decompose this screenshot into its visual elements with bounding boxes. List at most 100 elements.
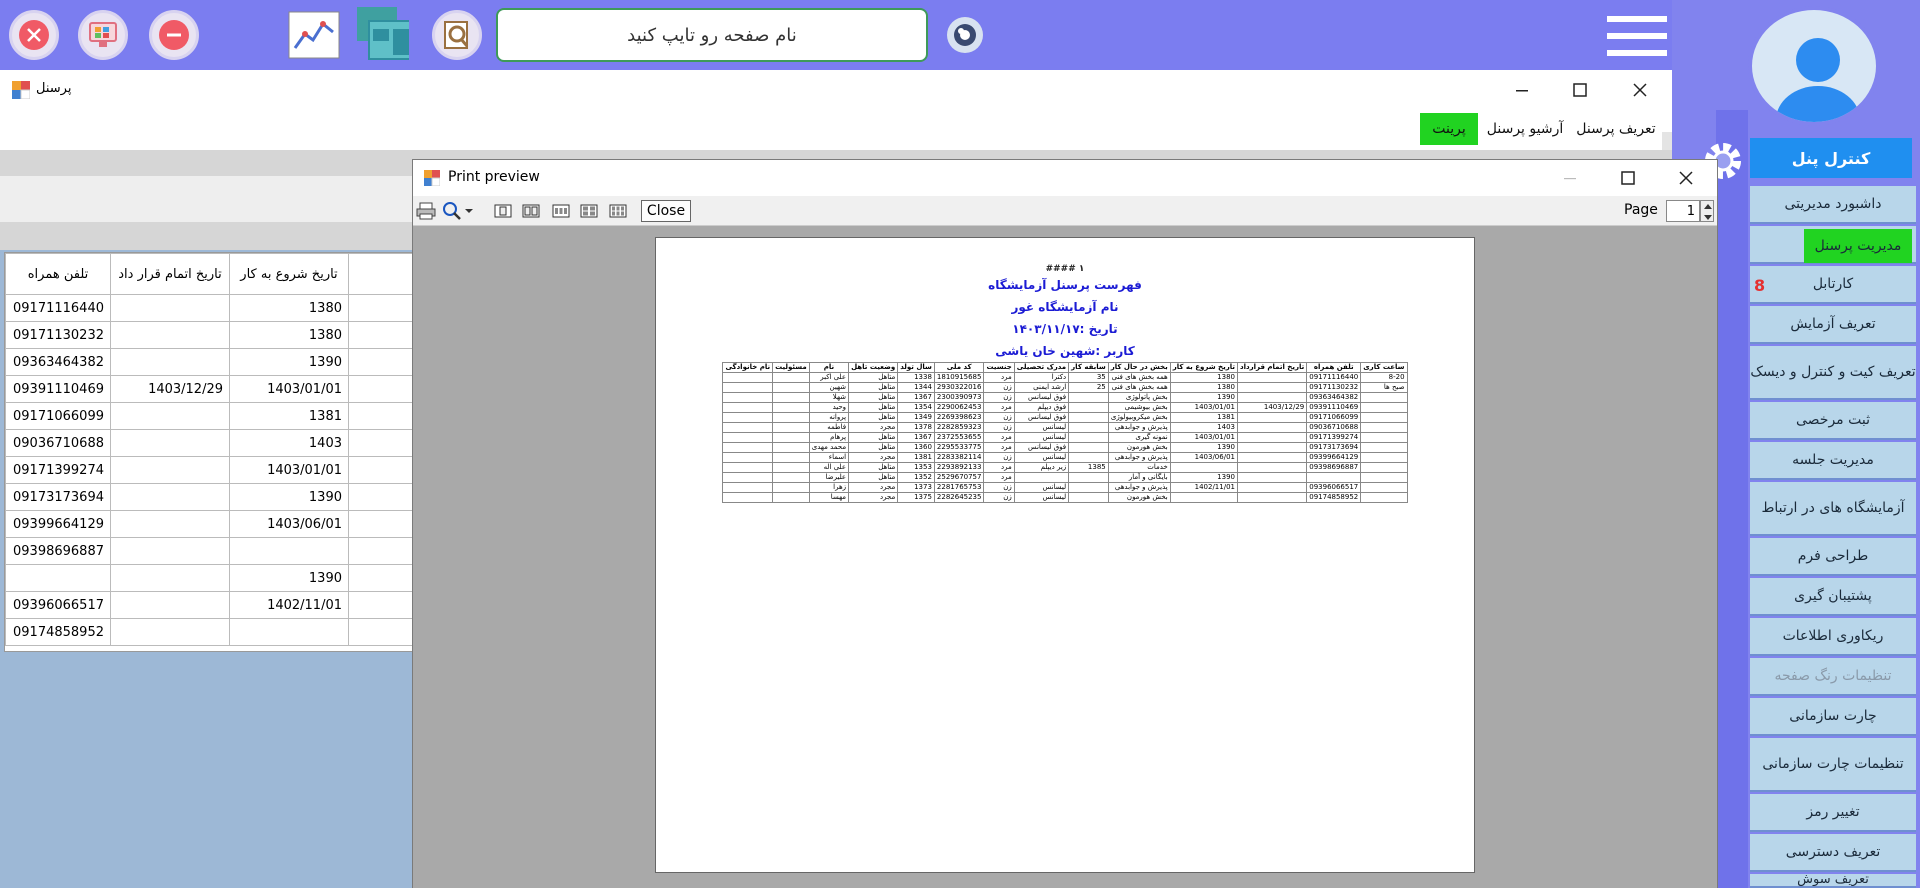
table-cell[interactable]: 09171399274 [5, 456, 111, 484]
nav-meeting[interactable]: مدیریت جلسه [1750, 442, 1916, 480]
page-stepper[interactable] [1700, 200, 1714, 222]
table-cell[interactable]: 09171116440 [5, 294, 111, 322]
col-mobile[interactable]: تلفن همراه [5, 253, 111, 295]
nav-org-chart[interactable]: چارت سازمانی [1750, 698, 1916, 736]
table-row[interactable]: 09036710688 1403 [5, 429, 413, 457]
four-pages-button[interactable] [578, 200, 600, 222]
table-cell[interactable]: 1403 [229, 429, 349, 457]
pp-close-text-button[interactable]: Close [641, 200, 691, 222]
pp-close-button[interactable] [1674, 168, 1698, 188]
table-cell[interactable] [348, 483, 413, 511]
table-cell[interactable] [110, 510, 230, 538]
table-cell[interactable] [348, 294, 413, 322]
menu-personnel-archive[interactable]: آرشیو پرسنل [1482, 113, 1568, 145]
table-cell[interactable]: 09171130232 [5, 321, 111, 349]
nav-leave[interactable]: ثبت مرخصی [1750, 402, 1916, 440]
table-row[interactable]: 1390 [5, 564, 413, 592]
table-cell[interactable] [348, 348, 413, 376]
table-cell[interactable] [110, 456, 230, 484]
menu-define-personnel[interactable]: تعریف پرسنل [1574, 113, 1658, 145]
table-cell[interactable] [348, 510, 413, 538]
table-cell[interactable] [348, 456, 413, 484]
nav-recovery[interactable]: ریکاوری اطلاعات [1750, 618, 1916, 656]
table-cell[interactable] [110, 591, 230, 619]
table-cell[interactable] [348, 537, 413, 565]
print-button[interactable] [415, 200, 437, 222]
pp-maximize-button[interactable] [1616, 168, 1640, 188]
nav-dashboard[interactable]: داشبورد مدیریتی [1750, 186, 1916, 224]
table-cell[interactable] [110, 294, 230, 322]
table-cell[interactable]: 09398696887 [5, 537, 111, 565]
table-cell[interactable]: 1380 [229, 294, 349, 322]
table-cell[interactable]: 09391110469 [5, 375, 111, 403]
table-cell[interactable] [110, 618, 230, 646]
table-row[interactable]: 09173173694 1390 [5, 483, 413, 511]
table-row[interactable]: 09396066517 1402/11/01 [5, 591, 413, 619]
table-row[interactable]: 09171130232 1380 [5, 321, 413, 349]
one-page-button[interactable] [492, 200, 514, 222]
table-cell[interactable]: 1403/12/29 [110, 375, 230, 403]
zoom-button[interactable] [441, 200, 463, 222]
windows-button[interactable] [355, 7, 409, 60]
table-cell[interactable] [348, 618, 413, 646]
table-cell[interactable]: 1402/11/01 [229, 591, 349, 619]
two-pages-button[interactable] [520, 200, 542, 222]
nav-define-sosh[interactable]: تعریف سوش [1750, 874, 1916, 888]
window-close-button[interactable] [1628, 80, 1652, 100]
nav-change-password[interactable]: تغییر رمز [1750, 794, 1916, 832]
table-row[interactable]: 09363464382 1390 [5, 348, 413, 376]
table-cell[interactable]: 1403/06/01 [229, 510, 349, 538]
table-cell[interactable]: 1403/01/01 [229, 375, 349, 403]
pp-minimize-button[interactable] [1558, 168, 1582, 188]
table-cell[interactable] [348, 375, 413, 403]
minimize-app-button[interactable] [149, 10, 199, 60]
three-pages-button[interactable] [550, 200, 572, 222]
table-row[interactable]: 09171399274 1403/01/01 [5, 456, 413, 484]
table-row[interactable]: 09391110469 1403/12/29 1403/01/01 [5, 375, 413, 403]
table-cell[interactable] [348, 402, 413, 430]
nav-access[interactable]: تعریف دسترسی [1750, 834, 1916, 872]
chart-report-button[interactable] [287, 10, 341, 60]
table-cell[interactable] [229, 618, 349, 646]
table-cell[interactable]: 09036710688 [5, 429, 111, 457]
table-cell[interactable] [348, 429, 413, 457]
nav-connected-labs[interactable]: آزمایشگاه های در ارتباط [1750, 482, 1916, 536]
nav-define-test[interactable]: تعریف آزمایش [1750, 306, 1916, 344]
table-cell[interactable] [348, 591, 413, 619]
table-row[interactable]: 09174858952 [5, 618, 413, 646]
window-minimize-button[interactable] [1510, 80, 1534, 100]
table-cell[interactable]: 09174858952 [5, 618, 111, 646]
col-more[interactable] [348, 253, 413, 295]
search-button[interactable] [432, 10, 482, 60]
table-cell[interactable]: 09173173694 [5, 483, 111, 511]
table-cell[interactable] [110, 537, 230, 565]
nav-color-settings[interactable]: تنظیمات رنگ صفحه [1750, 658, 1916, 696]
page-name-input[interactable]: نام صفحه رو تایپ کنید [496, 8, 928, 62]
table-cell[interactable]: 09363464382 [5, 348, 111, 376]
menu-print[interactable]: پرینت [1420, 113, 1478, 145]
nav-form-design[interactable]: طراحی فرم [1750, 538, 1916, 576]
col-start-date[interactable]: تاریخ شروع به کار [229, 253, 349, 295]
zoom-dropdown[interactable] [462, 200, 476, 222]
table-cell[interactable]: 1390 [229, 564, 349, 592]
table-cell[interactable] [348, 564, 413, 592]
table-cell[interactable] [110, 483, 230, 511]
table-cell[interactable]: 09396066517 [5, 591, 111, 619]
col-contract-end[interactable]: تاریخ اتمام قرار داد [110, 253, 230, 295]
table-cell[interactable]: 09171066099 [5, 402, 111, 430]
nav-org-chart-settings[interactable]: تنظیمات چارت سازمانی [1750, 738, 1916, 792]
table-cell[interactable] [110, 402, 230, 430]
table-row[interactable]: 09399664129 1403/06/01 [5, 510, 413, 538]
table-row[interactable]: 09171066099 1381 [5, 402, 413, 430]
desktop-button[interactable] [78, 10, 128, 60]
table-cell[interactable]: 09399664129 [5, 510, 111, 538]
table-cell[interactable] [229, 537, 349, 565]
page-number-input[interactable]: 1 [1666, 200, 1700, 222]
six-pages-button[interactable] [607, 200, 629, 222]
nav-backup[interactable]: پشتیبان گیری [1750, 578, 1916, 616]
table-cell[interactable] [110, 564, 230, 592]
hamburger-menu-button[interactable] [1607, 14, 1667, 58]
table-cell[interactable]: 1381 [229, 402, 349, 430]
nav-kartabl[interactable]: کارتابل [1750, 266, 1916, 304]
table-cell[interactable] [110, 348, 230, 376]
